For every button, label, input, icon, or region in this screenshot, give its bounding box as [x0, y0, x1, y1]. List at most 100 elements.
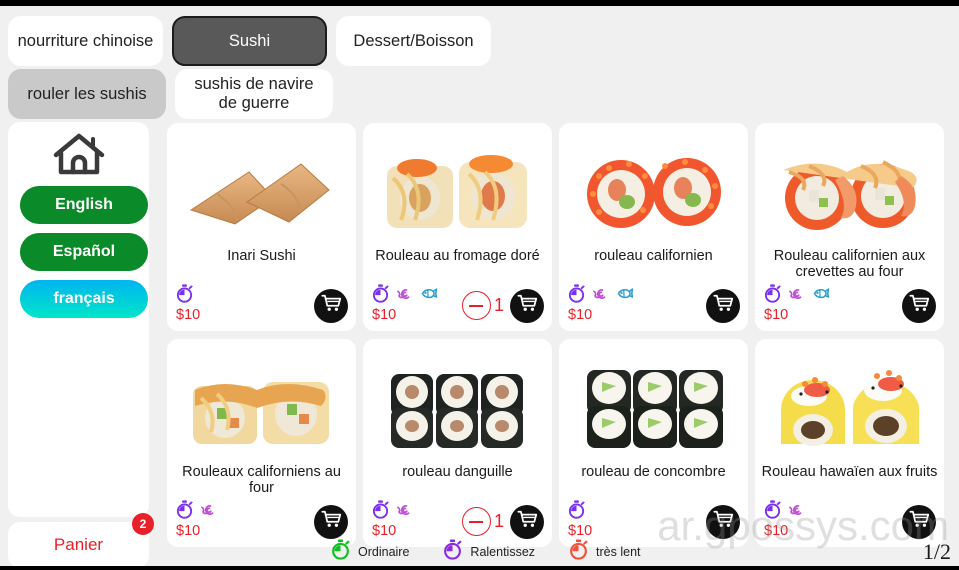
category-bar: nourriture chinoise Sushi Dessert/Boisson …	[0, 6, 959, 119]
subcategory-tab-0[interactable]: rouler les sushis	[8, 69, 166, 119]
eel-roll-image	[363, 343, 552, 471]
cucumber-roll-image	[559, 343, 748, 471]
home-icon[interactable]	[52, 131, 106, 177]
product-card[interactable]: Rouleau hawaïen aux fruits $10	[755, 339, 944, 547]
add-to-cart-button[interactable]	[314, 505, 348, 539]
product-title: Rouleaux californiens au four	[182, 464, 341, 496]
stopwatch-red-icon	[568, 539, 589, 565]
stopwatch-green-icon	[330, 539, 351, 565]
category-tab-0[interactable]: nourriture chinoise	[8, 16, 163, 66]
product-attribute-icons	[567, 500, 586, 524]
fish-icon	[811, 284, 830, 308]
product-title: rouleau californien	[594, 248, 713, 264]
product-price: $10	[764, 523, 789, 539]
subcategory-tab-1[interactable]: sushis de navire de guerre	[175, 69, 333, 119]
product-title: rouleau danguille	[402, 464, 513, 480]
product-card[interactable]: Rouleaux californiens au four $10	[167, 339, 356, 547]
stopwatch-purple-icon	[763, 284, 782, 308]
legend-label: Ralentissez	[470, 545, 536, 559]
shopping-cart-icon	[908, 509, 930, 535]
stopwatch-purple-icon	[567, 500, 586, 524]
shopping-cart-icon	[320, 293, 342, 319]
language-button-english[interactable]: English	[20, 186, 148, 224]
add-to-cart-button[interactable]	[706, 505, 740, 539]
snail-icon	[787, 500, 806, 524]
add-to-cart-button[interactable]	[510, 505, 544, 539]
product-title: Rouleau californien aux crevettes au fou…	[773, 248, 926, 280]
product-card[interactable]: rouleau danguille $10 1	[363, 339, 552, 547]
stopwatch-purple-icon	[371, 284, 390, 308]
product-price: $10	[568, 307, 593, 323]
product-card[interactable]: rouleau de concombre $10	[559, 339, 748, 547]
add-to-cart-button[interactable]	[902, 289, 936, 323]
golden-cheese-roll-image	[363, 127, 552, 255]
sidebar: English Español français	[8, 122, 149, 517]
subcategory-tab-label: sushis de navire de guerre	[194, 75, 314, 112]
add-to-cart-button[interactable]	[314, 289, 348, 323]
shopping-cart-icon	[320, 509, 342, 535]
california-roll-image	[559, 127, 748, 255]
hawaiian-fruit-roll-image	[755, 343, 944, 471]
stopwatch-purple-icon	[763, 500, 782, 524]
snail-icon	[395, 500, 414, 524]
product-attribute-icons	[371, 500, 414, 524]
quantity-value: 1	[493, 511, 504, 531]
shopping-cart-icon	[516, 293, 538, 319]
stopwatch-purple-icon	[371, 500, 390, 524]
product-attribute-icons	[763, 500, 806, 524]
product-title: Inari Sushi	[227, 248, 296, 264]
page-indicator: 1/2	[922, 539, 951, 564]
legend-label: Ordinaire	[358, 545, 410, 559]
decrement-button[interactable]	[461, 507, 491, 536]
product-title: rouleau de concombre	[581, 464, 726, 480]
language-list: English Español français	[20, 186, 148, 318]
language-label: français	[53, 290, 115, 307]
product-price: $10	[372, 523, 397, 539]
primary-category-row: nourriture chinoise Sushi Dessert/Boisson	[8, 16, 491, 66]
secondary-category-row: rouler les sushis sushis de navire de gue…	[8, 69, 333, 119]
decrement-button[interactable]	[461, 291, 491, 320]
category-tab-label: Sushi	[228, 31, 271, 50]
product-price: $10	[568, 523, 593, 539]
pos-menu-screen: nourriture chinoise Sushi Dessert/Boisson …	[0, 0, 959, 570]
add-to-cart-button[interactable]	[902, 505, 936, 539]
minus-icon	[469, 304, 484, 307]
product-grid: Inari Sushi $10 Rouleau au fromage doré $10…	[167, 123, 953, 547]
language-label: Español	[52, 243, 116, 260]
snail-icon	[591, 284, 610, 308]
product-card[interactable]: rouleau californien $10	[559, 123, 748, 331]
product-title: Rouleau au fromage doré	[375, 248, 540, 264]
stopwatch-purple-icon	[567, 284, 586, 308]
fish-icon	[419, 284, 438, 308]
language-button-français[interactable]: français	[20, 280, 148, 318]
stopwatch-purple-icon	[175, 500, 194, 524]
product-card[interactable]: Rouleau au fromage doré $10 1	[363, 123, 552, 331]
baked-california-rolls-image	[167, 343, 356, 471]
product-price: $10	[372, 307, 397, 323]
product-card[interactable]: Inari Sushi $10	[167, 123, 356, 331]
stopwatch-purple-icon	[442, 539, 463, 565]
shopping-cart-icon	[516, 509, 538, 535]
add-to-cart-button[interactable]	[510, 289, 544, 323]
shopping-cart-icon	[712, 293, 734, 319]
category-tab-label: Dessert/Boisson	[353, 31, 474, 50]
product-card[interactable]: Rouleau californien aux crevettes au fou…	[755, 123, 944, 331]
shopping-cart-icon	[908, 293, 930, 319]
product-price: $10	[176, 307, 201, 323]
legend-item: Ordinaire	[330, 539, 433, 565]
category-tab-1[interactable]: Sushi	[172, 16, 327, 66]
product-attribute-icons	[371, 284, 438, 308]
product-attribute-icons	[763, 284, 830, 308]
quantity-value: 1	[493, 295, 504, 315]
language-label: English	[55, 196, 113, 213]
add-to-cart-button[interactable]	[706, 289, 740, 323]
legend-label: très lent	[596, 545, 641, 559]
category-tab-2[interactable]: Dessert/Boisson	[336, 16, 491, 66]
language-button-español[interactable]: Español	[20, 233, 148, 271]
quantity-stepper: 1	[461, 507, 504, 536]
minus-icon	[469, 520, 484, 523]
product-title: Rouleau hawaïen aux fruits	[761, 464, 938, 480]
snail-icon	[395, 284, 414, 308]
category-tab-label: nourriture chinoise	[17, 31, 154, 50]
snail-icon	[787, 284, 806, 308]
